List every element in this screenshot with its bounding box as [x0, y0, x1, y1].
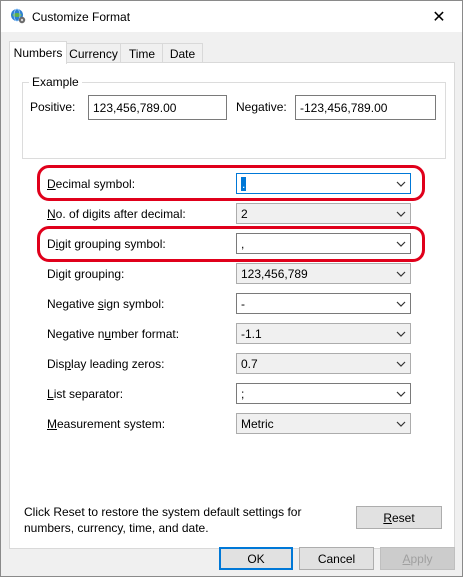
globe-settings-icon [11, 8, 26, 24]
digit-grouping-symbol-label: Digit grouping symbol: [47, 237, 166, 251]
negative-sign-symbol-combobox[interactable]: - [236, 293, 411, 314]
digit-grouping-value: 123,456,789 [241, 266, 308, 281]
digits-after-decimal-value: 2 [241, 206, 248, 221]
reset-info-text: Click Reset to restore the system defaul… [24, 505, 302, 535]
example-legend: Example [29, 75, 82, 89]
tab-time[interactable]: Time [120, 43, 164, 63]
tab-date[interactable]: Date [162, 43, 203, 63]
negative-sign-symbol-value: - [241, 296, 245, 311]
reset-button[interactable]: Reset [356, 506, 442, 529]
digits-after-decimal-combobox[interactable]: 2 [236, 203, 411, 224]
decimal-symbol-value: . [241, 176, 247, 191]
negative-example-field: -123,456,789.00 [295, 95, 436, 120]
window-title: Customize Format [32, 10, 131, 24]
list-separator-value: ; [241, 386, 245, 401]
list-separator-label: List separator: [47, 387, 124, 401]
measurement-system-label: Measurement system: [47, 417, 166, 431]
digit-grouping-symbol-combobox[interactable]: , [236, 233, 411, 254]
chevron-down-icon [396, 391, 406, 397]
ok-button[interactable]: OK [219, 547, 293, 570]
display-leading-zeros-value: 0.7 [241, 356, 258, 371]
positive-label: Positive: [30, 100, 76, 114]
example-groupbox: Example Positive: 123,456,789.00 Negativ… [22, 75, 446, 159]
digits-after-decimal-label: No. of digits after decimal: [47, 207, 186, 221]
chevron-down-icon [396, 181, 406, 187]
measurement-system-combobox[interactable]: Metric [236, 413, 411, 434]
list-separator-combobox[interactable]: ; [236, 383, 411, 404]
negative-number-format-value: -1.1 [241, 326, 262, 341]
tab-currency[interactable]: Currency [65, 43, 122, 63]
title-bar: Customize Format ✕ [1, 1, 462, 32]
negative-number-format-label: Negative number format: [47, 327, 180, 341]
close-button[interactable]: ✕ [416, 1, 462, 32]
customize-format-dialog: Customize Format ✕ Numbers Currency Time… [0, 0, 463, 577]
chevron-down-icon [396, 361, 406, 367]
chevron-down-icon [396, 241, 406, 247]
digit-grouping-symbol-value: , [241, 236, 245, 251]
digit-grouping-combobox[interactable]: 123,456,789 [236, 263, 411, 284]
numbers-tab-panel: Example Positive: 123,456,789.00 Negativ… [9, 62, 455, 549]
display-leading-zeros-combobox[interactable]: 0.7 [236, 353, 411, 374]
chevron-down-icon [396, 211, 406, 217]
digit-grouping-label: Digit grouping: [47, 267, 125, 281]
cancel-button[interactable]: Cancel [299, 547, 374, 570]
decimal-symbol-label: Decimal symbol: [47, 177, 136, 191]
positive-example-field: 123,456,789.00 [88, 95, 227, 120]
negative-number-format-combobox[interactable]: -1.1 [236, 323, 411, 344]
display-leading-zeros-label: Display leading zeros: [47, 357, 165, 371]
chevron-down-icon [396, 421, 406, 427]
chevron-down-icon [396, 331, 406, 337]
negative-label: Negative: [236, 100, 287, 114]
tab-numbers[interactable]: Numbers [9, 41, 67, 64]
chevron-down-icon [396, 271, 406, 277]
apply-button[interactable]: Apply [380, 547, 455, 570]
decimal-symbol-combobox[interactable]: . [236, 173, 411, 194]
close-icon: ✕ [432, 8, 446, 26]
negative-sign-symbol-label: Negative sign symbol: [47, 297, 165, 311]
chevron-down-icon [396, 301, 406, 307]
measurement-system-value: Metric [241, 416, 274, 431]
